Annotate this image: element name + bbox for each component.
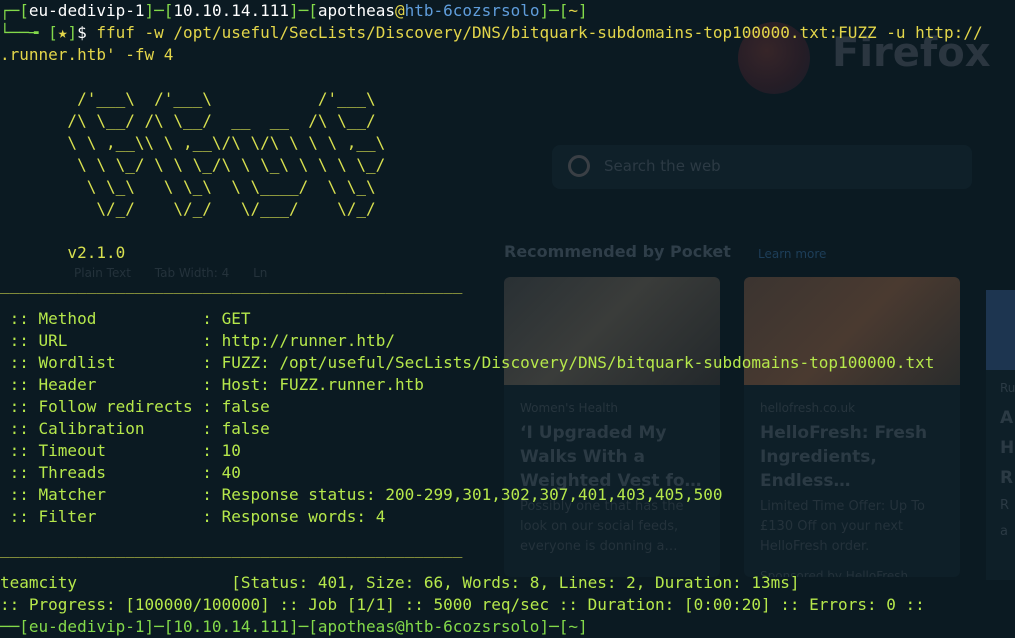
prompt-corner-top: ┌─ xyxy=(0,1,20,20)
ffuf-banner-line: /'___\ /'___\ /'___\ xyxy=(0,89,444,108)
command-text: ffuf -w /opt/useful/SecLists/Discovery/D… xyxy=(96,23,983,42)
result-line: teamcity [Status: 401, Size: 66, Words: … xyxy=(0,573,800,592)
config-key: :: Wordlist xyxy=(0,353,203,372)
prompt-vpn: eu-dedivip-1 xyxy=(28,1,145,20)
ffuf-banner-line: \ \ \_/ \ \ \_/\ \ \_\ \ \ \ \_/ xyxy=(0,155,444,174)
config-key: :: Matcher xyxy=(0,485,203,504)
config-row: :: Threads : 40 xyxy=(0,462,241,484)
config-row: :: URL : http://runner.htb/ xyxy=(0,330,395,352)
config-value: : http://runner.htb/ xyxy=(202,331,395,350)
config-value: : Host: FUZZ.runner.htb xyxy=(202,375,424,394)
config-value: : 10 xyxy=(202,441,241,460)
prompt-symbol: $ xyxy=(77,23,97,42)
config-row: :: Method : GET xyxy=(0,308,251,330)
config-row: :: Wordlist : FUZZ: /opt/useful/SecLists… xyxy=(0,352,935,374)
config-key: :: Method xyxy=(0,309,203,328)
config-row: :: Filter : Response words: 4 xyxy=(0,506,386,528)
prompt-host: htb-6cozsrsolo xyxy=(404,1,540,20)
config-key: :: Timeout xyxy=(0,441,203,460)
config-key: :: Header xyxy=(0,375,203,394)
config-row: :: Follow redirects : false xyxy=(0,396,270,418)
config-key: :: Follow redirects xyxy=(0,397,203,416)
prompt-user: apotheas xyxy=(317,1,395,20)
ffuf-banner-line: /\ \__/ /\ \__/ __ __ /\ \__/ xyxy=(0,111,444,130)
config-key: :: Threads xyxy=(0,463,203,482)
progress-line: :: Progress: [100000/100000] :: Job [1/1… xyxy=(0,595,925,614)
config-key: :: Calibration xyxy=(0,419,203,438)
config-key: :: URL xyxy=(0,331,203,350)
command-continuation: .runner.htb' -fw 4 xyxy=(0,45,174,64)
config-value: : GET xyxy=(202,309,251,328)
config-value: : false xyxy=(202,419,270,438)
ffuf-banner-line: \ \ ,__\\ \ ,__\/\ \/\ \ \ \ ,__\ xyxy=(0,133,444,152)
config-value: : false xyxy=(202,397,270,416)
config-row: :: Header : Host: FUZZ.runner.htb xyxy=(0,374,424,396)
config-row: :: Timeout : 10 xyxy=(0,440,241,462)
prompt-corner-bottom: └──╼ xyxy=(0,23,49,42)
separator: ________________________________________… xyxy=(0,539,463,558)
config-row: :: Calibration : false xyxy=(0,418,270,440)
ffuf-version: v2.1.0 xyxy=(0,243,126,262)
prompt-line: ┌─[eu-dedivip-1]─[10.10.14.111]─[apothea… xyxy=(0,1,588,20)
config-key: :: Filter xyxy=(0,507,203,526)
prompt-cwd: ~ xyxy=(568,1,579,20)
config-value: : 40 xyxy=(202,463,241,482)
command-line: └──╼ [★]$ ffuf -w /opt/useful/SecLists/D… xyxy=(0,23,983,42)
config-value: : Response words: 4 xyxy=(202,507,386,526)
separator: ________________________________________… xyxy=(0,275,463,294)
terminal[interactable]: ┌─[eu-dedivip-1]─[10.10.14.111]─[apothea… xyxy=(0,0,1015,636)
config-row: :: Matcher : Response status: 200-299,30… xyxy=(0,484,723,506)
prompt-ip: 10.10.14.111 xyxy=(173,1,289,20)
ffuf-banner-line: \/_/ \/_/ \/___/ \/_/ xyxy=(0,199,444,218)
next-prompt-partial: ──[eu-dedivip-1]─[10.10.14.111]─[apothea… xyxy=(0,617,588,636)
config-value: : Response status: 200-299,301,302,307,4… xyxy=(202,485,723,504)
ffuf-banner-line: \ \_\ \ \_\ \ \____/ \ \_\ xyxy=(0,177,444,196)
config-value: : FUZZ: /opt/useful/SecLists/Discovery/D… xyxy=(202,353,935,372)
star-icon: ★ xyxy=(57,23,68,42)
prompt-at: @ xyxy=(394,1,405,20)
